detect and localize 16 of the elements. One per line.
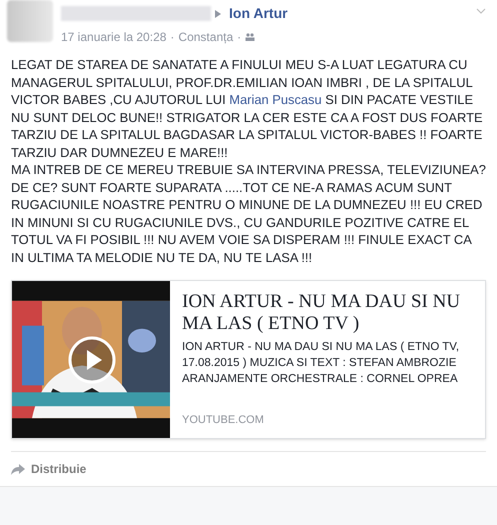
author-link[interactable]: Ion Artur [229,3,288,24]
separator: · [237,29,242,46]
play-icon[interactable] [68,336,116,384]
chevron-icon[interactable] [476,8,486,14]
post-text: LEGAT DE STAREA DE SANATATE A FINULUI MEU S-A LUAT LEGATURA CU MANAGERUL SPITALULUI, PROF.DR.EMILIAN IOAN IMBRI , DE LA SPITALUL VICTOR BABES ,CU AJUTORUL LUI Marian Puscasu SI DIN PACATE VESTILE NU SUNT DELOC BUNE!! STRIGATOR LA CER ESTE CA A FOST DUS FOARTE TARZIU DE LA SPITALUL BAGDASAR LA SPITALUL VICTOR-BABES !! FOARTE TARZIU DAR DUMNEZEU E MARE!!! [11,56,484,161]
card-domain: YOUTUBE.COM [182,412,265,428]
arrow-icon [215,10,221,18]
share-button[interactable]: Distribuie [11,460,86,478]
separator: · [170,29,174,46]
mention-link[interactable]: Marian Puscasu [229,92,322,107]
link-card[interactable]: ION ARTUR - NU MA DAU SI NU MA LAS ( ETNO TV ) ION ARTUR - NU MA DAU SI NU MA LAS ( ETNO TV, 17.08.2015 ) MUZICA SI TEXT : STEFAN AMBROZIE ARANJAMENTE ORCHESTRALE : CORNEL OPREA YOUTUBE.COM [11,280,486,439]
card-description: ION ARTUR - NU MA DAU SI NU MA LAS ( ETNO TV, 17.08.2015 ) MUZICA SI TEXT : STEFAN AMBROZIE ARANJAMENTE ORCHESTRALE : CORNEL OPREA [182,340,460,387]
post-text: MA INTREB DE CE MEREU TREBUIE SA INTERVINA PRESSA, TELEVIZIUNEA? DE CE? SUNT FOARTE SUPARATA .....TOT CE NE-A RAMAS ACUM SUNT RUGACIUNILE NOASTRE PENTRU O MINUNE DE LA DUMNEZEU !!! EU CRED IN MINUNI SI CU RUGACIUNILE DVS., CU GANDURILE POZITIVE CATRE EL TOTUL VA FI POSIBIL !!! NU AVEM VOIE SA DISPERAM !!! FINULE EXACT CA IN ULTIMA TA MELODIE NU TE DA, NU TE LASA !!! [11,161,486,266]
share-arrow-icon [11,464,25,474]
friends-icon[interactable] [245,33,256,41]
card-title[interactable]: ION ARTUR - NU MA DAU SI NU MA LAS ( ETNO TV ) [182,291,473,335]
